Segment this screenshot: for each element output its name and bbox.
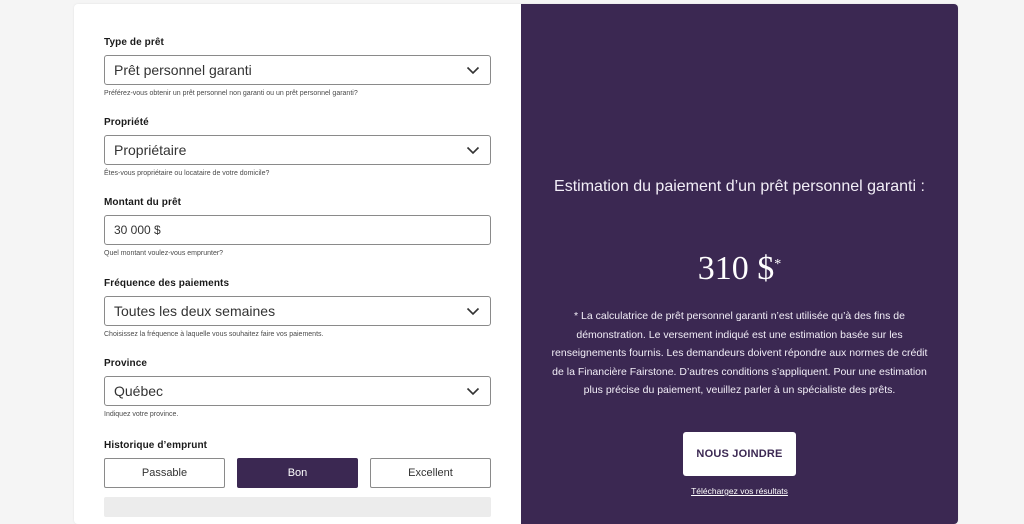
result-amount: 310 $* [521, 248, 958, 290]
credit-option-excellent[interactable]: Excellent [370, 458, 491, 488]
result-title: Estimation du paiement d’un prêt personn… [554, 178, 925, 195]
ownership-field: Propriété Propriétaire Êtes-vous proprié… [104, 117, 491, 178]
amount-label: Montant du prêt [104, 197, 182, 208]
ownership-select[interactable]: Propriétaire [104, 135, 491, 165]
credit-history-label: Historique d’emprunt [104, 440, 208, 451]
province-field: Province Québec Indiquez votre province. [104, 358, 491, 419]
contact-us-button[interactable]: NOUS JOINDRE [683, 432, 796, 476]
frequency-field: Fréquence des paiements Toutes les deux … [104, 278, 491, 339]
credit-option-passable[interactable]: Passable [104, 458, 225, 488]
result-amount-value: 310 $ [697, 250, 775, 287]
result-panel: Estimation du paiement d’un prêt personn… [521, 4, 958, 524]
chevron-down-icon [466, 306, 480, 316]
amount-input[interactable]: 30 000 $ [104, 215, 491, 245]
chevron-down-icon [466, 386, 480, 396]
credit-option-bon[interactable]: Bon [237, 458, 358, 488]
loan-type-value: Prêt personnel garanti [114, 62, 252, 78]
next-field-preview [104, 497, 491, 517]
amount-help: Quel montant voulez-vous emprunter? [104, 250, 224, 257]
chevron-down-icon [466, 145, 480, 155]
frequency-value: Toutes les deux semaines [114, 303, 276, 319]
loan-type-field: Type de prêt Prêt personnel garanti Préf… [104, 37, 491, 98]
loan-form: Type de prêt Prêt personnel garanti Préf… [74, 4, 521, 524]
province-label: Province [104, 358, 148, 369]
ownership-value: Propriétaire [114, 142, 187, 158]
download-results-link[interactable]: Téléchargez vos résultats [521, 486, 958, 496]
result-amount-marker: * [774, 257, 782, 272]
ownership-help: Êtes-vous propriétaire ou locataire de v… [104, 170, 270, 177]
province-help: Indiquez votre province. [104, 411, 179, 418]
frequency-select[interactable]: Toutes les deux semaines [104, 296, 491, 326]
ownership-label: Propriété [104, 117, 149, 128]
loan-type-select[interactable]: Prêt personnel garanti [104, 55, 491, 85]
loan-type-help: Préférez-vous obtenir un prêt personnel … [104, 90, 358, 97]
calculator-card: Type de prêt Prêt personnel garanti Préf… [74, 4, 958, 524]
amount-field: Montant du prêt 30 000 $ Quel montant vo… [104, 197, 491, 258]
result-disclaimer: * La calculatrice de prêt personnel gara… [551, 310, 928, 396]
province-select[interactable]: Québec [104, 376, 491, 406]
chevron-down-icon [466, 65, 480, 75]
frequency-label: Fréquence des paiements [104, 278, 230, 289]
amount-value: 30 000 $ [114, 223, 161, 237]
province-value: Québec [114, 383, 164, 399]
credit-history-field: Historique d’emprunt Passable Bon Excell… [104, 440, 491, 488]
frequency-help: Choisissez la fréquence à laquelle vous … [104, 331, 324, 338]
credit-history-options: Passable Bon Excellent [104, 458, 491, 488]
loan-type-label: Type de prêt [104, 37, 164, 48]
